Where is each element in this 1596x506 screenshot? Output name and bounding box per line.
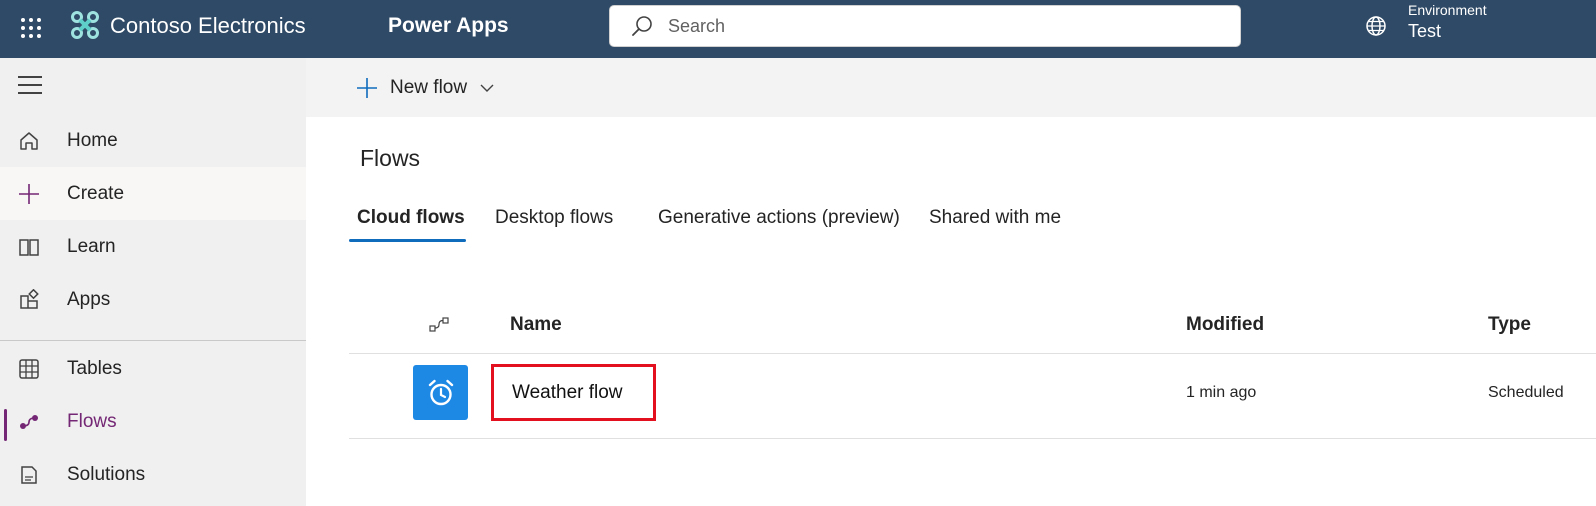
chevron-down-icon[interactable]	[479, 80, 495, 96]
search-box[interactable]	[609, 5, 1241, 47]
tab-label: Desktop flows	[495, 207, 614, 228]
column-header-type[interactable]: Type	[1488, 314, 1531, 336]
tab-label: Cloud flows	[357, 207, 465, 228]
row-divider	[349, 438, 1596, 439]
nav-label-flows: Flows	[67, 410, 117, 432]
nav-item-apps[interactable]: Apps	[0, 273, 306, 326]
flow-icon	[18, 411, 40, 433]
nav-label-apps: Apps	[67, 288, 111, 310]
page-title: Flows	[360, 145, 421, 171]
new-flow-button[interactable]: New flow	[356, 72, 495, 104]
search-icon	[630, 13, 656, 39]
plus-icon	[18, 183, 40, 205]
tab-cloud-flows[interactable]: Cloud flows	[349, 200, 466, 242]
book-icon	[18, 236, 40, 258]
nav-item-flows[interactable]: Flows	[0, 395, 306, 448]
modified-cell: 1 min ago	[1186, 384, 1257, 401]
tab-shared-with-me[interactable]: Shared with me	[921, 200, 1069, 242]
tab-label: Shared with me	[929, 207, 1062, 228]
nav-item-home[interactable]: Home	[0, 114, 306, 167]
app-launcher-icon[interactable]	[16, 13, 46, 43]
environment-value[interactable]: Test	[1408, 21, 1441, 42]
alarm-clock-icon	[413, 365, 468, 420]
type-cell: Scheduled	[1488, 384, 1564, 401]
nav-item-solutions[interactable]: Solutions	[0, 448, 306, 501]
column-header-modified[interactable]: Modified	[1186, 314, 1264, 336]
environment-label[interactable]: Environment	[1408, 2, 1487, 18]
left-nav: Home Create Learn Apps Tables Flows Solu…	[0, 58, 306, 506]
search-input[interactable]	[668, 15, 1188, 37]
nav-item-learn[interactable]: Learn	[0, 220, 306, 273]
new-flow-label: New flow	[390, 77, 468, 98]
nav-label-home: Home	[67, 129, 118, 151]
nav-label-tables: Tables	[67, 357, 122, 379]
nav-label-create: Create	[67, 182, 125, 204]
table-icon	[18, 358, 40, 380]
hamburger-menu-icon[interactable]	[18, 76, 42, 96]
command-bar: New flow	[306, 58, 1596, 117]
product-name[interactable]: Power Apps	[388, 14, 509, 38]
tab-desktop-flows[interactable]: Desktop flows	[487, 200, 621, 242]
globe-icon[interactable]	[1364, 14, 1390, 40]
nav-divider	[0, 340, 306, 341]
active-indicator	[4, 409, 7, 441]
contoso-logo-icon	[70, 10, 100, 40]
brand-name[interactable]: Contoso Electronics	[110, 13, 306, 39]
nav-item-create[interactable]: Create	[0, 167, 306, 220]
plus-icon	[357, 78, 377, 98]
nav-label-learn: Learn	[67, 235, 116, 257]
tab-label: Generative actions (preview)	[658, 207, 900, 228]
top-header: Contoso Electronics Power Apps Environme…	[0, 0, 1596, 58]
flow-name-link[interactable]: Weather flow	[491, 364, 656, 421]
nav-label-solutions: Solutions	[67, 463, 146, 485]
nav-item-tables[interactable]: Tables	[0, 342, 306, 395]
apps-icon	[18, 288, 40, 311]
home-icon	[18, 130, 40, 152]
tab-generative-actions[interactable]: Generative actions (preview)	[650, 200, 908, 242]
flow-type-column-icon[interactable]	[428, 314, 450, 336]
column-header-name[interactable]: Name	[510, 314, 562, 336]
solutions-icon	[18, 464, 40, 486]
table-row[interactable]: Weather flow 1 min ago Scheduled	[349, 354, 1596, 438]
